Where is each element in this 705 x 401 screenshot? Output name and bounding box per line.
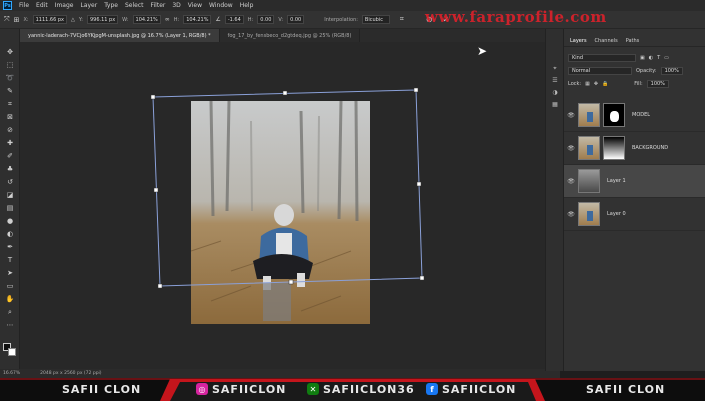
history-icon[interactable]: ⌖ — [550, 65, 560, 74]
transform-handle-top[interactable] — [282, 90, 288, 96]
transform-handle-top-right[interactable] — [413, 87, 419, 93]
lock-row: Lock: ▦ ✥ 🔒 Fill: 100% — [568, 79, 702, 88]
mouse-cursor-icon: ➤ — [477, 44, 488, 58]
libraries-icon[interactable]: ▦ — [550, 101, 560, 110]
lock-pixels-icon[interactable]: ▦ — [585, 81, 590, 87]
opacity-field[interactable]: 100% — [660, 66, 683, 75]
filter-pixel-icon[interactable]: ▣ — [640, 55, 645, 61]
layer-thumbnail — [578, 103, 600, 127]
watermark-text: www.faraprofile.com — [425, 8, 607, 26]
lock-position-icon[interactable]: ✥ — [594, 81, 598, 87]
layer-name: MODEL — [632, 112, 651, 118]
tab-layers[interactable]: Layers — [570, 38, 587, 44]
facebook-icon: f — [426, 383, 438, 395]
zoom-level[interactable]: 16.67% — [3, 371, 20, 376]
document-size: 2048 px x 2560 px (72 ppi) — [40, 371, 102, 376]
visibility-eye-icon[interactable]: 👁 — [564, 211, 578, 218]
lock-label: Lock: — [568, 80, 582, 87]
panel-dock-icons: ⌖ ☰ ◑ ▦ — [545, 29, 563, 371]
lock-all-icon[interactable]: 🔒 — [602, 81, 608, 87]
layer-mask-thumbnail[interactable] — [603, 103, 625, 127]
transform-handle-bottom-left[interactable] — [157, 283, 163, 289]
filter-type-icon[interactable]: T — [657, 55, 660, 61]
tab-paths[interactable]: Paths — [626, 38, 640, 44]
blend-mode-select[interactable]: Normal — [568, 66, 632, 75]
banner-facebook-handle: SAFIICLON — [442, 383, 517, 396]
instagram-icon: ◎ — [196, 383, 208, 395]
filter-shape-icon[interactable]: ▭ — [664, 55, 669, 61]
layer-name: BACKGROUND — [632, 145, 669, 151]
visibility-eye-icon[interactable]: 👁 — [564, 112, 578, 119]
banner-xbox-handle: SAFIICLON36 — [323, 383, 415, 396]
layer-mask-thumbnail[interactable] — [603, 136, 625, 160]
layer-thumbnail — [578, 169, 600, 193]
banner-left-text: SAFII CLON — [62, 383, 142, 396]
fill-label: Fill: — [634, 80, 643, 87]
layers-panel: Layers Channels Paths Kind ▣ ◐ T ▭ Norma… — [563, 29, 705, 371]
layer-thumbnail — [578, 202, 600, 226]
status-bar: 16.67% 2048 px x 2560 px (72 ppi) — [0, 369, 560, 378]
layer-kind-filter[interactable]: Kind — [568, 53, 636, 62]
transform-handle-top-left[interactable] — [150, 94, 156, 100]
filter-adjust-icon[interactable]: ◐ — [649, 55, 653, 61]
adjustments-icon[interactable]: ◑ — [550, 89, 560, 98]
banner-instagram-handle: SAFIICLON — [212, 383, 287, 396]
visibility-eye-icon[interactable]: 👁 — [564, 178, 578, 185]
layer-row-layer-0[interactable]: 👁 Layer 0 — [564, 198, 705, 231]
transform-handle-right[interactable] — [416, 181, 422, 187]
layer-row-model[interactable]: 👁 MODEL — [564, 99, 705, 132]
transform-handle-left[interactable] — [153, 187, 159, 193]
layer-name: Layer 0 — [607, 211, 626, 217]
transform-handle-bottom[interactable] — [288, 279, 294, 285]
visibility-eye-icon[interactable]: 👁 — [564, 145, 578, 152]
panel-tabs: Layers Channels Paths — [564, 35, 705, 47]
blend-row: Normal Opacity: 100% — [568, 66, 702, 75]
tab-channels[interactable]: Channels — [595, 38, 618, 44]
layer-name: Layer 1 — [607, 178, 626, 184]
layer-row-background[interactable]: 👁 BACKGROUND — [564, 132, 705, 165]
xbox-icon: ✕ — [307, 383, 319, 395]
banner-right-text: SAFII CLON — [586, 383, 666, 396]
filter-row: Kind ▣ ◐ T ▭ — [568, 53, 702, 62]
channel-banner: SAFII CLON ◎ SAFIICLON ✕ SAFIICLON36 f S… — [0, 378, 705, 401]
transform-handle-bottom-right[interactable] — [419, 275, 425, 281]
opacity-label: Opacity: — [636, 67, 657, 74]
properties-icon[interactable]: ☰ — [550, 77, 560, 86]
layer-thumbnail — [578, 136, 600, 160]
layer-row-layer-1[interactable]: 👁 Layer 1 — [564, 165, 705, 198]
fill-field[interactable]: 100% — [646, 79, 669, 88]
